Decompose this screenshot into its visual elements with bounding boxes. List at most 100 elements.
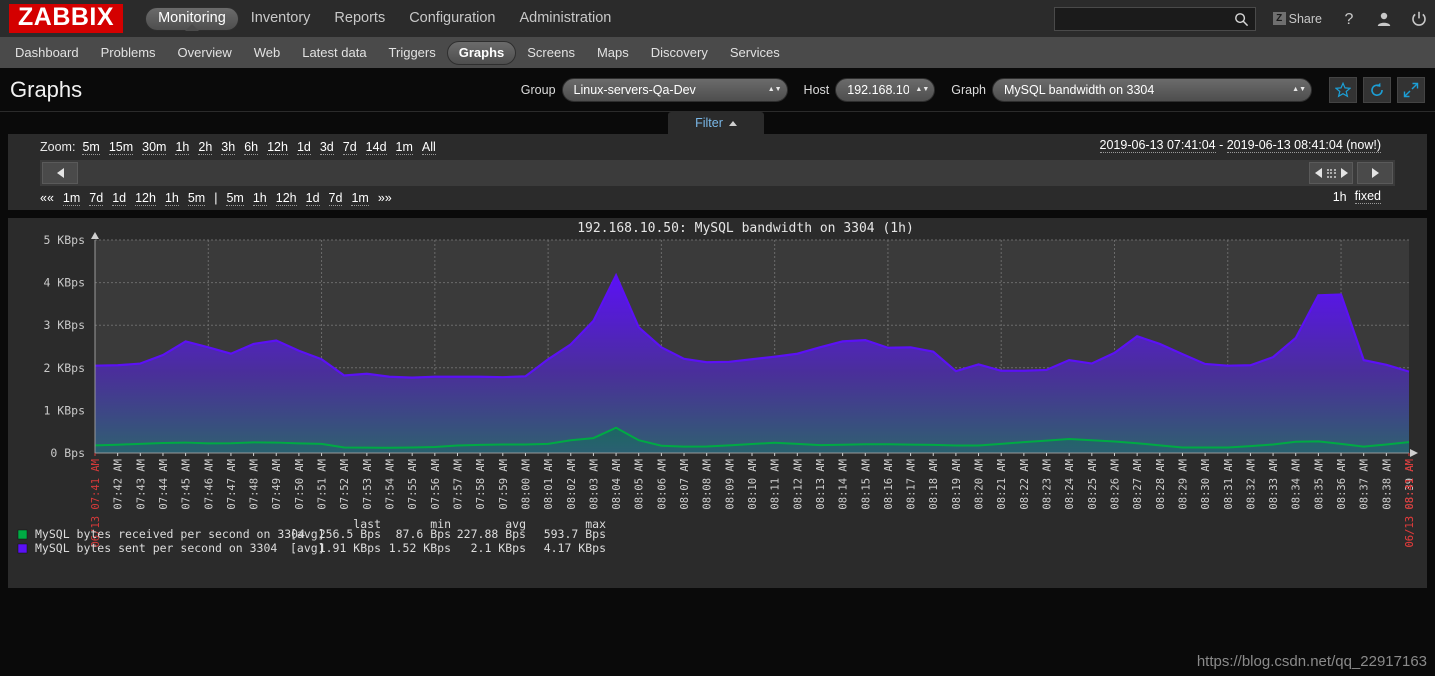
search-icon[interactable] — [1234, 12, 1249, 27]
x-axis-tick-label: 08:01 AM — [543, 459, 555, 510]
subnav-item-triggers[interactable]: Triggers — [378, 37, 447, 68]
subnav-item-problems[interactable]: Problems — [90, 37, 167, 68]
zoom-link-1m[interactable]: 1m — [395, 140, 413, 155]
bandwidth-area-chart[interactable]: 5 KBps 4 KBps 3 KBps 2 KBps 1 KBps 0 Bps 192.1… — [8, 218, 1427, 588]
nav-back-1m[interactable]: 1m — [62, 191, 81, 206]
main-menu-item-administration[interactable]: Administration — [507, 0, 623, 37]
zabbix-logo[interactable]: ZABBIX — [9, 4, 124, 33]
period-label: 1h — [1332, 189, 1347, 204]
scroll-left-button[interactable] — [42, 162, 78, 184]
refresh-button[interactable] — [1363, 76, 1391, 103]
nav-fwd-5m[interactable]: 5m — [226, 191, 244, 206]
chevron-updown-icon: ▲▼ — [915, 86, 930, 93]
nav-first-button[interactable]: «« — [40, 191, 54, 205]
y-axis-tick-label: 1 KBps — [43, 403, 85, 417]
zoom-link-5m[interactable]: 5m — [82, 140, 100, 155]
nav-last-button[interactable]: »» — [378, 191, 392, 205]
zoom-link-3h[interactable]: 3h — [221, 140, 236, 155]
x-axis-tick-label: 08:18 AM — [928, 459, 940, 510]
scroll-right-button[interactable] — [1357, 162, 1393, 184]
triangle-right-icon — [1371, 168, 1379, 178]
time-scrollbar[interactable] — [40, 160, 1395, 186]
nav-fwd-12h[interactable]: 12h — [275, 191, 297, 206]
nav-back-5m[interactable]: 5m — [187, 191, 206, 206]
drag-handle-button[interactable] — [1309, 162, 1353, 184]
subnav-item-screens[interactable]: Screens — [516, 37, 586, 68]
nav-fwd-1m[interactable]: 1m — [351, 191, 369, 206]
x-axis-tick-label: 08:27 AM — [1132, 459, 1144, 510]
fullscreen-button[interactable] — [1397, 76, 1425, 103]
graph-select[interactable]: MySQL bandwidth on 3304 ▲▼ — [992, 77, 1312, 102]
legend-value: 87.6 Bps — [396, 527, 451, 541]
subnav-item-web[interactable]: Web — [243, 37, 292, 68]
main-menu-item-reports[interactable]: Reports — [322, 0, 397, 37]
legend-color-swatch — [17, 529, 28, 540]
zoom-link-all[interactable]: All — [421, 140, 436, 155]
help-icon[interactable]: ? — [1341, 10, 1357, 28]
main-menu-item-monitoring[interactable]: Monitoring — [145, 6, 239, 31]
nav-back-1d[interactable]: 1d — [112, 191, 127, 206]
x-axis-tick-label: 07:54 AM — [385, 459, 397, 510]
legend-series-name: MySQL bytes sent per second on 3304 — [35, 541, 277, 555]
x-axis-tick-label: 08:29 AM — [1177, 459, 1189, 510]
zoom-link-12h[interactable]: 12h — [267, 140, 288, 155]
zoom-link-3d[interactable]: 3d — [319, 140, 334, 155]
top-navigation-bar: ZABBIX Monitoring Inventory Reports Conf… — [0, 0, 1435, 37]
x-axis-tick-label: 07:48 AM — [249, 459, 261, 510]
x-axis-tick-label: 07:43 AM — [135, 459, 147, 510]
zabbix-share-badge: Z — [1272, 12, 1286, 25]
group-select[interactable]: Linux-servers-Qa-Dev ▲▼ — [561, 77, 788, 102]
nav-fwd-7d[interactable]: 7d — [328, 191, 343, 206]
main-menu-item-configuration[interactable]: Configuration — [397, 0, 507, 37]
power-off-icon[interactable] — [1411, 11, 1427, 27]
zoom-link-1d[interactable]: 1d — [296, 140, 311, 155]
fixed-toggle[interactable]: fixed — [1354, 189, 1381, 204]
subnav-item-services[interactable]: Services — [719, 37, 791, 68]
drag-handle-icon — [1326, 168, 1336, 178]
x-axis-tick-label: 08:25 AM — [1087, 459, 1099, 510]
x-axis-tick-label: 07:49 AM — [271, 459, 283, 510]
nav-fwd-1h[interactable]: 1h — [252, 191, 267, 206]
user-profile-icon[interactable] — [1376, 11, 1392, 27]
time-range-to[interactable]: 2019-06-13 08:41:04 (now!) — [1226, 138, 1381, 153]
zoom-link-15m[interactable]: 15m — [108, 140, 134, 155]
x-axis-tick-label: 08:37 AM — [1359, 459, 1371, 510]
subnav-item-discovery[interactable]: Discovery — [640, 37, 719, 68]
time-nav-row: «« 1m 7d 1d 12h 1h 5m | 5m 1h 12h 1d 7d … — [8, 186, 1427, 210]
zoom-link-30m[interactable]: 30m — [142, 140, 167, 155]
sub-navigation-bar: Dashboard Problems Overview Web Latest d… — [0, 37, 1435, 68]
nav-back-7d[interactable]: 7d — [89, 191, 104, 206]
subnav-item-maps[interactable]: Maps — [586, 37, 640, 68]
zoom-link-14d[interactable]: 14d — [365, 140, 387, 155]
nav-fwd-1d[interactable]: 1d — [305, 191, 320, 206]
zoom-link-2h[interactable]: 2h — [198, 140, 213, 155]
star-icon — [1335, 81, 1351, 98]
watermark-text: https://blog.csdn.net/qq_22917163 — [1196, 653, 1427, 670]
y-axis-arrow-icon — [91, 232, 99, 239]
x-axis-tick-label: 08:06 AM — [656, 459, 668, 510]
share-button[interactable]: Z Share — [1272, 12, 1322, 26]
x-axis-tick-label: 07:52 AM — [339, 459, 351, 510]
search-input[interactable] — [1054, 7, 1255, 30]
host-select[interactable]: 192.168.10.50 ▲▼ — [835, 77, 936, 102]
favorite-star-button[interactable] — [1329, 76, 1357, 103]
time-range-from[interactable]: 2019-06-13 07:41:04 — [1099, 138, 1216, 153]
nav-back-12h[interactable]: 12h — [135, 191, 156, 206]
zoom-link-1h[interactable]: 1h — [175, 140, 190, 155]
filter-tab[interactable]: Filter — [668, 112, 764, 134]
y-axis-tick-label: 0 Bps — [50, 446, 85, 460]
subnav-item-overview[interactable]: Overview — [167, 37, 243, 68]
subnav-item-latest-data[interactable]: Latest data — [291, 37, 377, 68]
time-range-display: 2019-06-13 07:41:04 - 2019-06-13 08:41:0… — [1099, 138, 1381, 153]
chart-title: 192.168.10.50: MySQL bandwidth on 3304 (… — [577, 221, 914, 236]
x-axis-tick-label: 08:14 AM — [838, 459, 850, 510]
main-menu-item-inventory[interactable]: Inventory — [239, 0, 323, 37]
zoom-link-6h[interactable]: 6h — [244, 140, 259, 155]
subnav-item-dashboard[interactable]: Dashboard — [4, 37, 90, 68]
subnav-item-graphs[interactable]: Graphs — [446, 40, 517, 65]
search-box[interactable] — [1053, 6, 1256, 31]
nav-back-1h[interactable]: 1h — [164, 191, 179, 206]
filter-tab-row: Filter — [0, 112, 1435, 134]
svg-text:?: ? — [1345, 11, 1354, 28]
zoom-link-7d[interactable]: 7d — [342, 140, 357, 155]
